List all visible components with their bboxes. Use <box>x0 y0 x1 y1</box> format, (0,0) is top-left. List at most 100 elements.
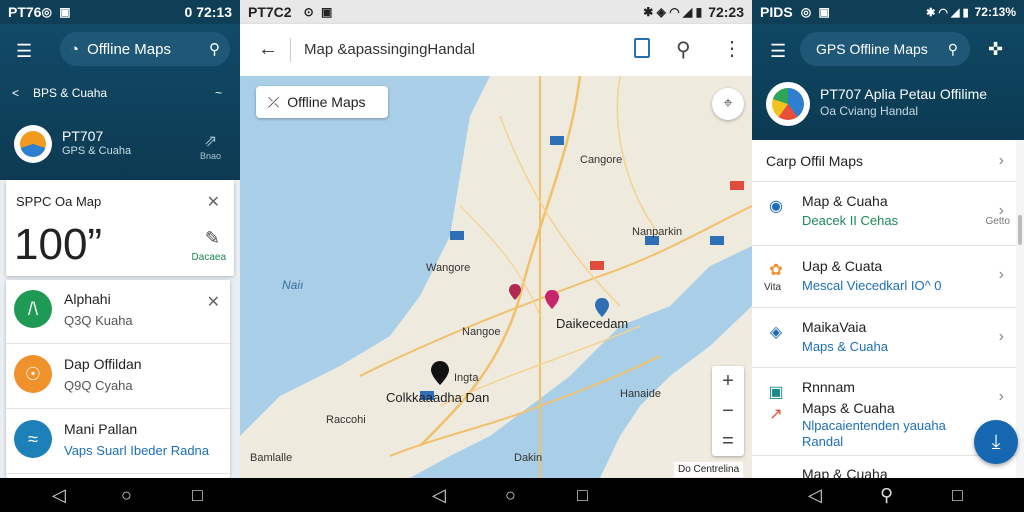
status-time: PT7C2 <box>248 4 292 20</box>
more-icon[interactable]: ⋮ <box>722 36 742 61</box>
status-bar: PT7C2 ⊙ ▣ ✱ ◈ ◠ ◢ ▮ 72:23 <box>240 0 752 24</box>
item-name: Dap Offildan <box>64 356 142 372</box>
layers-icon: ▣ <box>768 384 784 401</box>
search-bar[interactable]: GPS Offline Maps ⚲ <box>800 32 970 66</box>
recents-nav-icon[interactable]: □ <box>577 486 588 504</box>
document-icon[interactable] <box>634 38 650 58</box>
list-item[interactable]: ✿ Vita Uap & Cuata Mescal Viecedkarl IO^… <box>752 246 1016 308</box>
left-screen: PT76 ◎ ▣ 0 72:13 ☰ ◔ Offline Maps ⚲ < BP… <box>0 0 240 478</box>
item-name: Uap & Cuata <box>802 258 883 274</box>
highway-shield <box>590 261 604 270</box>
share-icon: < <box>12 86 20 100</box>
highway-shield <box>710 236 724 245</box>
recents-nav-icon[interactable]: □ <box>192 486 203 504</box>
status-battery: 72:23 <box>708 4 744 20</box>
notification-icons: ◎ ▣ <box>41 5 73 19</box>
status-time: PT76 <box>8 4 42 20</box>
search-bar[interactable]: ◔ Offline Maps ⚲ <box>60 32 230 66</box>
item-name: Mani Pallan <box>64 421 138 437</box>
search-input[interactable]: GPS Offline Maps <box>812 41 948 57</box>
close-icon[interactable]: ✕ <box>207 292 220 312</box>
item-sub: Maps & Cuaha <box>802 339 888 354</box>
offline-chip-label: Offline Maps <box>287 94 366 110</box>
scrollbar[interactable] <box>1018 215 1022 245</box>
recents-nav-icon[interactable]: □ <box>952 486 963 504</box>
item-name: Alphahi <box>64 291 111 307</box>
map-label: Colkkaaadha Dan <box>386 390 490 405</box>
right-screen: PIDS ◎ ▣ ✱ ◠ ◢ ▮ 72:13% ☰ GPS Offline Ma… <box>752 0 1024 478</box>
highway-shield <box>730 181 744 190</box>
my-location-icon[interactable]: ⌖ <box>712 88 744 120</box>
speed-badge: Dacaea <box>191 252 226 263</box>
highway-shield <box>550 136 564 145</box>
app-title: PT707 <box>62 128 104 144</box>
download-icon[interactable]: ⤓ <box>974 420 1018 464</box>
status-time: PIDS <box>760 4 793 20</box>
collapse-icon[interactable]: ~ <box>215 86 222 100</box>
chevron-right-icon: › <box>998 266 1004 283</box>
back-nav-icon[interactable]: ◁ <box>808 486 822 504</box>
pin-icon: ⇗ <box>203 133 218 150</box>
zoom-in-icon[interactable]: + <box>712 366 744 396</box>
item-sub: Deacek II Cehas <box>802 213 899 228</box>
app-subtitle: Oa Cviang Handal <box>820 104 919 118</box>
status-battery: 0 72:13 <box>184 4 232 20</box>
app-header: ☰ ◔ Offline Maps ⚲ < BPS & Cuaha ~ PT707… <box>0 24 240 180</box>
notification-icons: ⊙ ▣ <box>303 5 335 19</box>
speed-card: SPPC Oa Map ✕ 100” ✎ Dacaea <box>6 180 234 276</box>
people-icon: ✿ <box>769 262 783 279</box>
search-input[interactable]: Offline Maps <box>79 41 209 58</box>
zoom-out-icon[interactable]: − <box>712 396 744 426</box>
pin-button[interactable]: ⇗ Bnao <box>200 132 221 162</box>
menu-icon[interactable]: ☰ <box>770 41 786 62</box>
map-view[interactable]: ⤫ Offline Maps ⌖ Naiı Cangore Wangore Da… <box>240 76 752 478</box>
section-header[interactable]: Carp Offil Maps › <box>752 140 1016 182</box>
item-name: Rnnnam <box>802 379 855 395</box>
search-nav-icon[interactable]: ⚲ <box>880 486 893 504</box>
back-nav-icon[interactable]: ◁ <box>52 486 66 504</box>
map-label: Naiı <box>282 278 304 292</box>
home-nav-icon[interactable]: ○ <box>121 486 132 504</box>
search-icon[interactable]: ⚲ <box>948 41 958 58</box>
close-icon[interactable]: ✕ <box>207 192 220 212</box>
divider <box>290 38 291 62</box>
back-arrow-icon[interactable]: ← <box>258 38 278 61</box>
map-label: Raccohi <box>326 414 366 426</box>
status-bar: PT76 ◎ ▣ 0 72:13 <box>0 0 240 24</box>
map-attribution: Do Centrelina <box>674 462 744 477</box>
list-item[interactable]: ◈ MaikaVaia Maps & Cuaha › <box>752 308 1016 368</box>
app-name: PT707 Aplia Petau Offilime <box>820 86 988 102</box>
list-item[interactable]: ◉ Map & Cuaha Deacek II Cehas › Getto <box>752 182 1016 246</box>
app-logo-icon <box>766 82 810 126</box>
item-icon: ☉ <box>14 355 52 393</box>
map-label: Daikecedam <box>556 316 629 331</box>
place-list: /\ Alphahi Q3Q Kuaha ✕ ☉ Dap Offildan Q9… <box>6 280 230 478</box>
map-label: Hanaide <box>620 388 661 400</box>
edit-icon[interactable]: ✎ <box>205 228 220 249</box>
search-icon[interactable]: ⚲ <box>209 40 220 58</box>
notification-icons: ◎ ▣ <box>800 5 832 19</box>
back-nav-icon[interactable]: ◁ <box>432 486 446 504</box>
map-canvas <box>240 76 752 478</box>
settings-icon[interactable]: ✜ <box>988 39 1003 60</box>
system-nav-bar: ◁ ○ □ ◁ ○ □ ◁ ⚲ □ <box>0 478 1024 512</box>
map-title: Map &apassingingHandal <box>304 41 475 58</box>
highway-shield <box>450 231 464 240</box>
layers-icon[interactable]: = <box>712 426 744 456</box>
offline-icon: ⤫ <box>268 93 280 110</box>
share-row[interactable]: < BPS & Cuaha ~ <box>12 86 222 100</box>
list-item[interactable]: Map & Cuaha <box>752 456 1016 478</box>
offline-maps-chip[interactable]: ⤫ Offline Maps <box>256 86 388 118</box>
status-bar: PIDS ◎ ▣ ✱ ◠ ◢ ▮ 72:13% <box>752 0 1024 24</box>
item-sub: Mescal Viecedkarl IO^ 0 <box>802 278 942 293</box>
list-item[interactable]: ☉ Dap Offildan Q9Q Cyaha <box>6 345 230 409</box>
item-icon: /\ <box>14 290 52 328</box>
speed-card-title: SPPC Oa Map <box>16 194 102 209</box>
list-item[interactable]: /\ Alphahi Q3Q Kuaha ✕ <box>6 280 230 344</box>
list-item[interactable]: ≈ Mani Pallan Vaps Suarl Ibeder Radna <box>6 410 230 474</box>
search-icon[interactable]: ⚲ <box>676 37 691 62</box>
section-title: Carp Offil Maps <box>766 153 863 169</box>
menu-icon[interactable]: ☰ <box>16 41 32 62</box>
home-nav-icon[interactable]: ○ <box>505 486 516 504</box>
screenshot-stage: PT76 ◎ ▣ 0 72:13 ☰ ◔ Offline Maps ⚲ < BP… <box>0 0 1024 512</box>
